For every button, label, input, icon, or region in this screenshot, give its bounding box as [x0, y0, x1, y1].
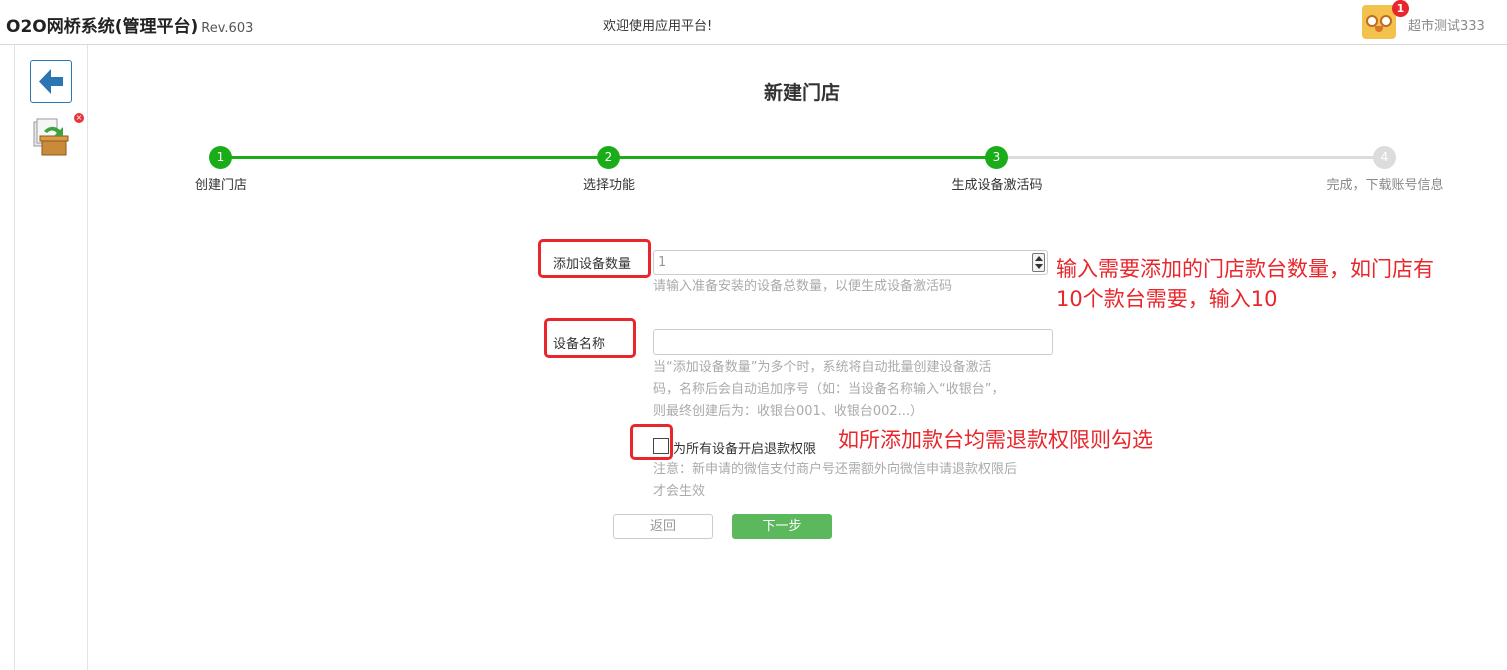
device-name-help: 当“添加设备数量”为多个时，系统将自动批量创建设备激活 码，名称后会自动追加序号…: [653, 357, 1053, 423]
refund-help-line: 才会生效: [653, 484, 706, 499]
notification-badge[interactable]: 1: [1392, 0, 1409, 17]
top-bar: O2O网桥系统(管理平台) Rev.603 欢迎使用应用平台! 1 超市测试333: [0, 0, 1507, 45]
device-name-help-line: 当“添加设备数量”为多个时，系统将自动批量创建设备激活: [653, 360, 992, 375]
step-track-todo: [996, 156, 1384, 159]
annotation-note-line: 输入需要添加的门店款台数量，如门店有: [1056, 257, 1434, 281]
device-count-input[interactable]: 1: [653, 250, 1048, 275]
step-1-label: 创建门店: [194, 178, 247, 193]
quantity-stepper[interactable]: [1032, 253, 1045, 272]
user-avatar[interactable]: [1362, 5, 1396, 39]
step-3-dot: 3: [985, 146, 1008, 169]
stepper-up-icon[interactable]: [1035, 256, 1043, 261]
avatar-beak: [1375, 26, 1383, 32]
device-name-help-line: 码，名称后会自动追加序号（如：当设备名称输入“收银台”，: [653, 382, 1005, 397]
username[interactable]: 超市测试333: [1408, 15, 1485, 34]
device-count-help: 请输入准备安装的设备总数量，以便生成设备激活码: [653, 279, 953, 294]
annotation-note-line: 10个款台需要，输入10: [1056, 287, 1278, 311]
device-name-input[interactable]: [653, 329, 1053, 355]
page-title: 新建门店: [763, 82, 840, 104]
app-brand: O2O网桥系统(管理平台) Rev.603: [6, 12, 253, 37]
sidebar-border-left: [14, 45, 15, 670]
refund-label[interactable]: 为所有设备开启退款权限: [673, 438, 816, 457]
step-4-dot: 4: [1373, 146, 1396, 169]
step-2-dot: 2: [597, 146, 620, 169]
step-3-label: 生成设备激活码: [951, 178, 1043, 193]
step-1-dot: 1: [209, 146, 232, 169]
refund-help: 注意：新申请的微信支付商户号还需额外向微信申请退款权限后 才会生效: [653, 459, 1053, 503]
app-revision: Rev.603: [201, 21, 254, 36]
annotation-box-refund-checkbox: [630, 424, 673, 460]
step-2-label: 选择功能: [582, 178, 635, 193]
welcome-text: 欢迎使用应用平台!: [603, 19, 713, 34]
device-count-value: 1: [658, 255, 667, 270]
annotation-note-refund: 如所添加款台均需退款权限则勾选: [838, 428, 1153, 452]
annotation-box-device-count: [538, 239, 651, 278]
stepper-down-icon[interactable]: [1035, 264, 1043, 269]
back-nav-button[interactable]: [30, 60, 72, 103]
annotation-box-device-name: [544, 318, 636, 358]
box-refresh-icon[interactable]: [30, 117, 72, 159]
back-button[interactable]: 返回: [613, 514, 713, 539]
device-name-help-line: 则最终创建后为：收银台001、收银台002...）: [653, 404, 924, 419]
annotation-note-count: 输入需要添加的门店款台数量，如门店有 10个款台需要，输入10: [1056, 254, 1434, 314]
step-4-label: 完成，下载账号信息: [1326, 178, 1444, 193]
sidebar-border-right: [87, 45, 88, 670]
close-icon[interactable]: ×: [74, 113, 84, 123]
refund-help-line: 注意：新申请的微信支付商户号还需额外向微信申请退款权限后: [653, 462, 1018, 477]
next-button[interactable]: 下一步: [732, 514, 832, 539]
app-title: O2O网桥系统(管理平台): [6, 17, 199, 37]
arrow-left-icon: [39, 69, 63, 94]
